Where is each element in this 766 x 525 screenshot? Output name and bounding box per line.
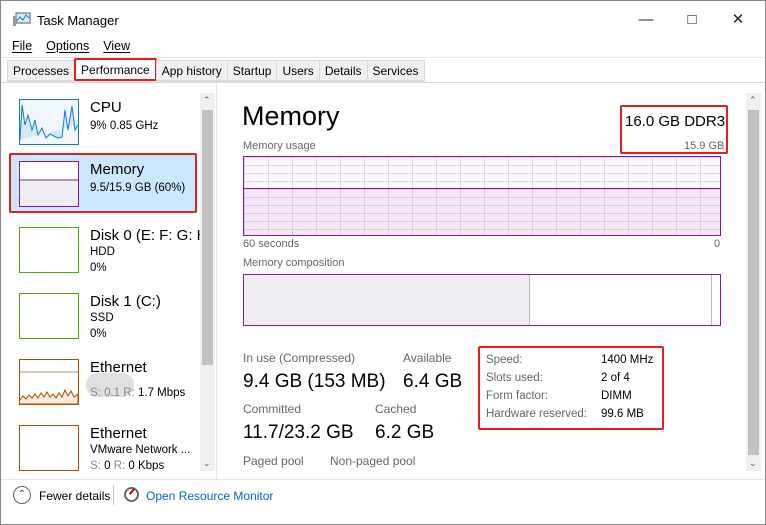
resource-list: CPU 9% 0.85 GHz Memory 9.5/15.9 GB (60%)… [9,93,216,471]
disk0-type: HDD [90,246,115,258]
memory-composition-label: Memory composition [243,257,345,269]
memory-usage-graph [243,156,721,236]
sidebar-item-cpu[interactable]: CPU 9% 0.85 GHz [9,93,199,153]
committed-label: Committed [243,402,302,416]
tab-users[interactable]: Users [276,60,320,81]
disk0-usage: 0% [90,262,107,274]
window-title: Task Manager [37,13,119,28]
in-use-value: 9.4 GB (153 MB) [243,371,386,392]
disk1-type: SSD [90,312,114,324]
ethernet1-throughput: S: 0.1 R: 1.7 Mbps [90,387,186,399]
menu-bar: File Options View [12,39,130,53]
disk0-label: Disk 0 (E: F: G: H [90,227,208,244]
sidebar-item-ethernet-2[interactable]: Ethernet VMware Network ... S: 0 R: 0 Kb… [9,419,199,471]
tab-processes[interactable]: Processes [7,60,76,81]
cpu-thumbnail-graph [19,99,79,145]
collapse-chevron-icon[interactable]: ⌃ [13,486,31,504]
memory-usage-line [244,188,720,235]
app-icon [13,12,31,27]
task-manager-window: Task Manager — □ ✕ File Options View Pro… [0,0,766,525]
cpu-usage: 9% 0.85 GHz [90,120,159,132]
open-resource-monitor-link[interactable]: Open Resource Monitor [146,489,273,503]
available-value: 6.4 GB [403,371,463,392]
form-factor-value: DIMM [601,390,632,402]
memory-spec: 16.0 GB DDR3 [625,113,726,130]
disk1-thumbnail-graph [19,293,79,339]
ethernet2-thumbnail-graph [19,425,79,471]
ethernet2-label: Ethernet [90,425,147,442]
ethernet2-throughput: S: 0 R: 0 Kbps [90,460,165,471]
ethernet1-thumbnail-graph [19,359,79,405]
composition-modified [529,275,530,325]
disk1-label: Disk 1 (C:) [90,293,161,310]
paged-pool-label: Paged pool [243,454,304,468]
tab-app-history[interactable]: App history [155,60,228,81]
tab-details[interactable]: Details [318,60,368,81]
menu-file[interactable]: File [12,39,32,53]
tab-bar: Processes Performance App history Startu… [7,58,425,82]
sidebar-scrollbar[interactable]: ⌃ ⌄ [200,93,215,471]
graph-time-right: 0 [714,238,721,250]
menu-options[interactable]: Options [46,39,89,53]
sidebar-item-disk0[interactable]: Disk 0 (E: F: G: H HDD 0% [9,221,208,281]
tab-performance[interactable]: Performance [74,58,157,81]
non-paged-pool-label: Non-paged pool [330,454,416,468]
cached-value: 6.2 GB [375,422,435,443]
memory-composition-bar [243,274,721,326]
committed-value: 11.7/23.2 GB [243,422,354,443]
graph-time-left: 60 seconds [243,238,300,250]
memory-usage-label: Memory usage [243,140,316,152]
composition-in-use [244,275,530,325]
page-title: Memory [242,101,340,131]
ethernet2-adapter: VMware Network ... [90,444,191,456]
minimize-button[interactable]: — [631,7,661,33]
memory-usage-max: 15.9 GB [684,140,725,152]
resource-monitor-icon [124,487,139,502]
memory-thumbnail-graph [19,161,79,207]
slots-value: 2 of 4 [601,372,630,384]
tab-services[interactable]: Services [366,60,425,81]
hardware-details: Speed: 1400 MHz Slots used: 2 of 4 Form fa… [486,351,653,423]
in-use-label: In use (Compressed) [243,351,356,365]
fewer-details-link[interactable]: Fewer details [39,489,110,503]
hardware-reserved-value: 99.6 MB [601,408,644,420]
available-label: Available [403,351,452,365]
disk0-thumbnail-graph [19,227,79,273]
tab-startup[interactable]: Startup [226,60,278,81]
cached-label: Cached [375,402,417,416]
cpu-label: CPU [90,99,122,116]
maximize-button[interactable]: □ [677,7,707,33]
disk1-usage: 0% [90,328,107,340]
sidebar-item-memory[interactable]: Memory 9.5/15.9 GB (60%) [9,153,197,213]
memory-usage: 9.5/15.9 GB (60%) [90,182,186,194]
sidebar-item-ethernet-1[interactable]: Ethernet S: 0.1 R: 1.7 Mbps [9,353,199,413]
main-scrollbar[interactable]: ⌃ ⌄ [746,93,761,471]
close-button[interactable]: ✕ [723,7,753,33]
speed-value: 1400 MHz [601,354,654,366]
menu-view[interactable]: View [103,39,130,53]
composition-standby-end [711,275,712,325]
memory-label: Memory [90,161,145,178]
sidebar-item-disk1[interactable]: Disk 1 (C:) SSD 0% [9,287,199,347]
